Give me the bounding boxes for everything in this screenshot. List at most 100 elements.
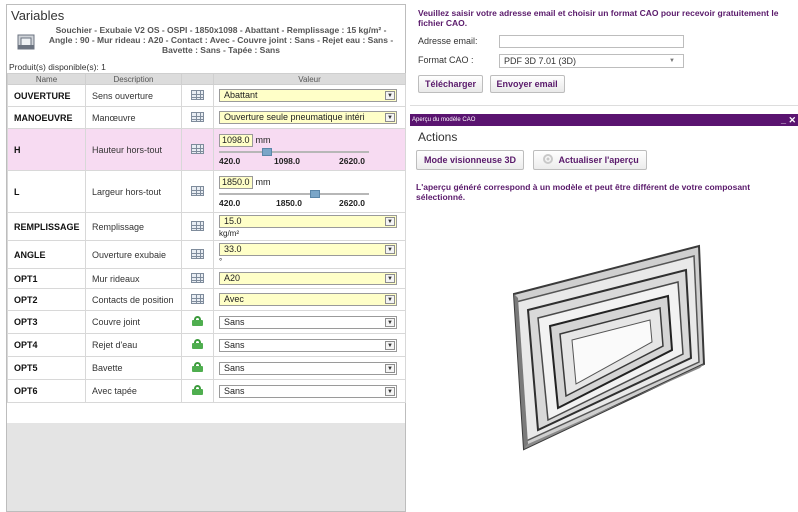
lock-icon[interactable]: [192, 316, 203, 326]
table-row: L Largeur hors-tout 1850.0 mm 420.0 1850…: [7, 170, 406, 213]
variable-description: Ouverture exubaie: [85, 240, 182, 269]
width-slider[interactable]: [219, 189, 369, 198]
viewer-3d-button[interactable]: Mode visionneuse 3D: [416, 150, 525, 170]
table-row: OPT3 Couvre joint Sans ▼: [7, 310, 406, 334]
preview-title-bar: Aperçu du modèle CAO _ ✕: [410, 114, 798, 126]
grid-icon[interactable]: [191, 185, 204, 196]
unit-label: kg/m²: [219, 229, 239, 238]
variable-name: OUVERTURE: [7, 84, 86, 107]
unit-label: °: [219, 257, 223, 266]
chevron-down-icon[interactable]: ▼: [385, 91, 395, 100]
chevron-down-icon[interactable]: ▼: [385, 317, 395, 327]
slider-labels: 420.0 1850.0 2620.0: [219, 198, 369, 208]
table-row: OPT5 Bavette Sans ▼: [7, 356, 406, 380]
email-label: Adresse email:: [418, 36, 478, 46]
chevron-down-icon[interactable]: ▼: [385, 386, 395, 396]
opt1-select[interactable]: A20 ▼: [219, 272, 397, 285]
select-value: Abattant: [224, 90, 258, 100]
manoeuvre-select[interactable]: Ouverture seule pneumatique intéri ▼: [219, 111, 397, 124]
opt5-select[interactable]: Sans ▼: [219, 361, 397, 375]
format-select[interactable]: PDF 3D 7.01 (3D) ▼: [499, 54, 684, 68]
lock-icon[interactable]: [192, 362, 203, 372]
chevron-down-icon[interactable]: ▼: [385, 217, 395, 226]
refresh-preview-button[interactable]: Actualiser l'aperçu: [532, 150, 647, 170]
chevron-down-icon[interactable]: ▼: [669, 55, 675, 67]
select-value: A20: [224, 273, 241, 283]
variable-description: Sens ouverture: [85, 84, 182, 107]
variable-description: Manœuvre: [85, 106, 182, 129]
chevron-down-icon[interactable]: ▼: [385, 245, 395, 254]
variable-name: H: [7, 128, 86, 171]
format-value: PDF 3D 7.01 (3D): [504, 56, 577, 66]
table-row: MANOEUVRE Manœuvre Ouverture seule pneum…: [7, 106, 406, 129]
product-summary: Souchier - Exubaie V2 OS - OSPI - 1850x1…: [7, 25, 405, 61]
variables-panel: Variables Souchier - Exubaie V2 OS - OSP…: [6, 4, 406, 512]
grid-icon[interactable]: [191, 143, 204, 154]
column-header-name: Name: [7, 73, 86, 85]
lock-icon[interactable]: [192, 339, 203, 349]
variable-name: REMPLISSAGE: [7, 212, 86, 241]
download-button[interactable]: Télécharger: [418, 75, 484, 93]
actions-title: Actions: [418, 130, 458, 144]
variable-description: Bavette: [85, 356, 182, 380]
send-email-button[interactable]: Envoyer email: [489, 75, 565, 93]
lock-icon[interactable]: [192, 385, 203, 395]
chevron-down-icon[interactable]: ▼: [385, 113, 395, 122]
table-row: REMPLISSAGE Remplissage 15.0 ▼ kg/m²: [7, 212, 406, 241]
angle-select[interactable]: 33.0 ▼: [219, 243, 397, 256]
grid-icon[interactable]: [191, 293, 204, 304]
chevron-down-icon[interactable]: ▼: [385, 340, 395, 350]
width-input[interactable]: 1850.0: [219, 175, 253, 189]
window-3d-model[interactable]: [494, 244, 714, 454]
variable-description: Largeur hors-tout: [85, 170, 182, 213]
opt6-select[interactable]: Sans ▼: [219, 384, 397, 398]
variable-description: Hauteur hors-tout: [85, 128, 182, 171]
grid-icon[interactable]: [191, 111, 204, 122]
variable-description: Contacts de position: [85, 288, 182, 311]
table-row: OPT1 Mur rideaux A20 ▼: [7, 268, 406, 289]
variable-name: OPT3: [7, 310, 86, 334]
email-field[interactable]: [499, 35, 684, 48]
products-available: Produit(s) disponible(s): 1: [9, 62, 106, 72]
chevron-down-icon[interactable]: ▼: [385, 363, 395, 373]
cad-preview: Actions Mode visionneuse 3D Actualiser l…: [410, 126, 798, 512]
unit-label: mm: [255, 176, 271, 187]
opt2-select[interactable]: Avec ▼: [219, 293, 397, 306]
slider-handle[interactable]: [310, 189, 320, 198]
product-thumbnail-icon: [17, 34, 35, 50]
select-value: 33.0: [224, 244, 242, 254]
variable-name: MANOEUVRE: [7, 106, 86, 129]
opt4-select[interactable]: Sans ▼: [219, 338, 397, 352]
ouverture-select[interactable]: Abattant ▼: [219, 89, 397, 102]
select-value: Sans: [224, 339, 245, 350]
variable-name: L: [7, 170, 86, 213]
select-value: 15.0: [224, 216, 242, 226]
window-controls-icon[interactable]: _ ✕: [781, 114, 796, 126]
chevron-down-icon[interactable]: ▼: [385, 274, 395, 283]
slider-min: 420.0: [219, 197, 241, 208]
column-header-description: Description: [85, 73, 182, 85]
grid-icon[interactable]: [191, 89, 204, 100]
refresh-icon: [542, 154, 553, 164]
height-slider[interactable]: [219, 147, 369, 156]
variable-description: Mur rideaux: [85, 268, 182, 289]
select-value: Sans: [224, 316, 245, 327]
height-input[interactable]: 1098.0: [219, 133, 253, 147]
opt3-select[interactable]: Sans ▼: [219, 315, 397, 329]
grid-icon[interactable]: [191, 220, 204, 231]
variable-name: OPT2: [7, 288, 86, 311]
variable-name: OPT6: [7, 379, 86, 403]
chevron-down-icon[interactable]: ▼: [385, 295, 395, 304]
slider-handle[interactable]: [262, 147, 272, 156]
grid-icon[interactable]: [191, 272, 204, 283]
table-row: OPT4 Rejet d'eau Sans ▼: [7, 333, 406, 357]
refresh-preview-label: Actualiser l'aperçu: [558, 155, 639, 165]
grid-icon[interactable]: [191, 248, 204, 259]
variables-title: Variables: [11, 8, 65, 23]
select-value: Ouverture seule pneumatique intéri: [224, 112, 365, 122]
table-row: OPT2 Contacts de position Avec ▼: [7, 288, 406, 311]
variable-name: OPT5: [7, 356, 86, 380]
remplissage-select[interactable]: 15.0 ▼: [219, 215, 397, 228]
variable-name: OPT4: [7, 333, 86, 357]
slider-current: 1098.0: [274, 155, 300, 166]
